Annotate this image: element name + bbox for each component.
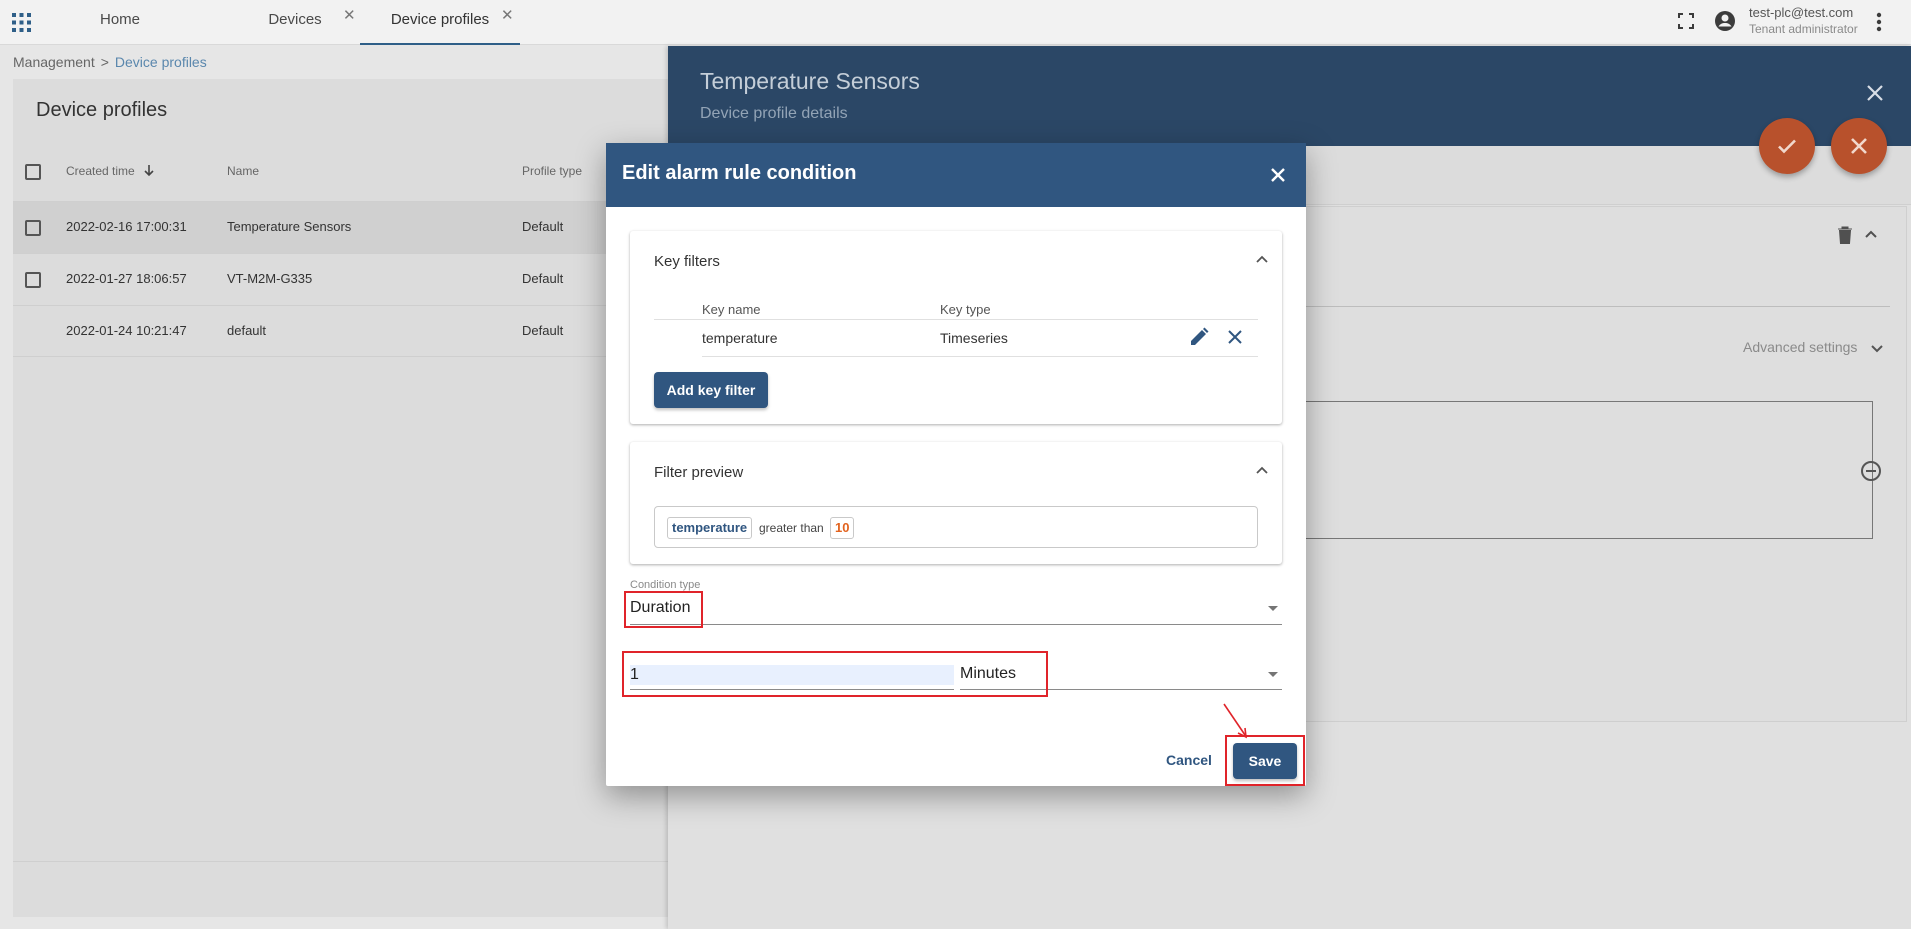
- row-checkbox[interactable]: [25, 220, 41, 236]
- key-type-cell: Timeseries: [940, 330, 1008, 346]
- page-title: Device profiles: [36, 99, 168, 121]
- filter-preview-title: Filter preview: [654, 464, 744, 481]
- filter-preview-collapse-chevron-up-icon[interactable]: [1256, 466, 1268, 474]
- user-role: Tenant administrator: [1749, 22, 1858, 36]
- advanced-settings-toggle[interactable]: Advanced settings: [1743, 339, 1884, 355]
- table-row[interactable]: 2022-02-16 17:00:31 Temperature Sensors …: [13, 201, 669, 253]
- tab-home[interactable]: Home: [60, 0, 180, 45]
- tab-device-profiles[interactable]: Device profiles ✕: [360, 0, 520, 45]
- key-name-cell: temperature: [702, 330, 778, 346]
- dialog-title: Edit alarm rule condition: [622, 162, 857, 184]
- dialog-header: Edit alarm rule condition: [606, 143, 1306, 207]
- tab-devices[interactable]: Devices ✕: [220, 0, 370, 45]
- cell-created: 2022-01-27 18:06:57: [66, 271, 187, 286]
- condition-type-underline: [630, 624, 1282, 625]
- key-filters-title: Key filters: [654, 253, 720, 270]
- breadcrumb-separator: >: [100, 54, 109, 70]
- delete-icon[interactable]: [1837, 226, 1853, 244]
- account-circle-icon[interactable]: [1714, 10, 1736, 32]
- top-navigation-bar: Home Devices ✕ Device profiles ✕ test-pl…: [0, 0, 1911, 45]
- details-title: Temperature Sensors: [700, 68, 920, 94]
- tab-home-label: Home: [99, 11, 140, 28]
- cell-created: 2022-02-16 17:00:31: [66, 219, 187, 234]
- breadcrumb-current: Device profiles: [114, 54, 207, 70]
- apps-grid-icon[interactable]: [12, 13, 31, 32]
- close-icon: [1851, 138, 1867, 154]
- chevron-down-icon: [1871, 345, 1884, 353]
- preview-operation: greater than: [759, 521, 824, 535]
- key-filters-header-divider: [654, 319, 1258, 320]
- column-header-profile-type[interactable]: Profile type: [522, 164, 582, 178]
- duration-unit-dropdown-arrow-icon[interactable]: [1268, 672, 1278, 677]
- cell-type: Default: [522, 271, 564, 286]
- remove-key-filter-icon[interactable]: [1228, 330, 1242, 344]
- key-filters-collapse-chevron-up-icon[interactable]: [1256, 255, 1268, 263]
- edit-pencil-icon[interactable]: [1189, 327, 1209, 347]
- more-vert-icon[interactable]: [1876, 12, 1882, 32]
- preview-key-chip: temperature: [667, 517, 753, 539]
- highlight-duration-fields: [622, 651, 1048, 697]
- add-key-filter-button[interactable]: Add key filter: [654, 372, 768, 408]
- tab-devices-close-icon[interactable]: ✕: [343, 0, 356, 36]
- cell-name: default: [227, 323, 267, 338]
- cancel-button[interactable]: Cancel: [1166, 752, 1212, 768]
- condition-type-label: Condition type: [630, 579, 701, 591]
- highlight-save-button: [1225, 735, 1305, 786]
- cell-type: Default: [522, 219, 564, 234]
- cell-type: Default: [522, 323, 564, 338]
- condition-type-dropdown-arrow-icon[interactable]: [1268, 606, 1278, 611]
- filter-preview-box: temperature greater than 10: [654, 506, 1258, 548]
- details-subtitle: Device profile details: [700, 105, 848, 122]
- check-icon: [1778, 139, 1796, 154]
- select-all-checkbox[interactable]: [25, 164, 41, 180]
- key-filter-row-divider: [702, 356, 1258, 357]
- tab-device-profiles-close-icon[interactable]: ✕: [501, 0, 514, 36]
- paginator-divider: [13, 861, 669, 862]
- dialog-close-icon[interactable]: [1270, 167, 1286, 183]
- highlight-condition-type: [624, 591, 703, 628]
- device-profiles-table-panel: Device profiles Created time Name Profil…: [13, 79, 669, 917]
- edit-alarm-rule-condition-dialog: Edit alarm rule condition Key filters Ke…: [606, 143, 1306, 786]
- table-row[interactable]: 2022-01-27 18:06:57 VT-M2M-G335 Default: [13, 253, 669, 305]
- column-header-name[interactable]: Name: [227, 164, 259, 178]
- table-row[interactable]: 2022-01-24 10:21:47 default Default: [13, 305, 669, 357]
- row-checkbox[interactable]: [25, 272, 41, 288]
- discard-changes-button[interactable]: [1831, 118, 1887, 174]
- preview-value-chip: 10: [830, 517, 855, 539]
- advanced-settings-label: Advanced settings: [1743, 339, 1858, 355]
- filter-preview-panel: Filter preview temperature greater than …: [630, 442, 1282, 564]
- column-header-created-time[interactable]: Created time: [66, 164, 154, 178]
- details-header: Temperature Sensors Device profile detai…: [668, 46, 1911, 146]
- cell-created: 2022-01-24 10:21:47: [66, 323, 187, 338]
- cell-name: Temperature Sensors: [227, 219, 352, 234]
- chevron-up-icon[interactable]: [1865, 230, 1877, 238]
- breadcrumb-parent[interactable]: Management: [13, 54, 95, 70]
- fullscreen-icon[interactable]: [1677, 12, 1695, 30]
- user-email: test-plc@test.com: [1749, 5, 1854, 20]
- remove-circle-icon[interactable]: [1860, 460, 1882, 482]
- breadcrumb: Management > Device profiles: [13, 54, 207, 70]
- apply-changes-button[interactable]: [1759, 118, 1815, 174]
- details-close-icon[interactable]: [1866, 84, 1884, 102]
- annotation-arrow-icon: [1223, 703, 1247, 739]
- key-type-header: Key type: [940, 302, 991, 317]
- condition-box[interactable]: [1303, 401, 1873, 539]
- tab-device-profiles-label: Device profiles: [390, 11, 490, 28]
- key-filters-panel: Key filters Key name Key type temperatur…: [630, 231, 1282, 424]
- field-underline: [1298, 306, 1890, 307]
- tab-devices-label: Devices: [268, 11, 322, 28]
- key-name-header: Key name: [702, 302, 761, 317]
- column-created-time-label: Created time: [66, 164, 135, 178]
- sort-arrow-down-icon: [144, 165, 154, 177]
- cell-name: VT-M2M-G335: [227, 271, 313, 286]
